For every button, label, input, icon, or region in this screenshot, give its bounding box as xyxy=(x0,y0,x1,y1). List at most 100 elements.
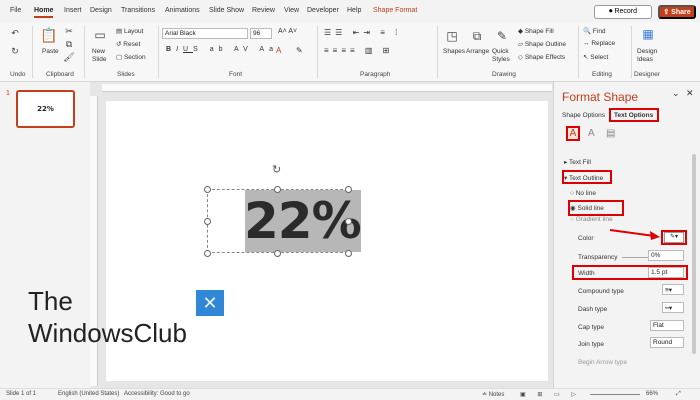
join-type-select[interactable]: Round xyxy=(650,337,684,348)
font-color-icon[interactable]: A xyxy=(276,46,281,55)
horizontal-ruler xyxy=(102,84,552,92)
group-label-slides: Slides xyxy=(117,71,135,78)
cap-type-label: Cap type xyxy=(578,324,605,331)
fit-slide-icon[interactable]: ⤢ xyxy=(676,391,681,398)
slide-thumbnail[interactable]: 22% xyxy=(16,90,75,128)
tab-shape-format[interactable]: Shape Format xyxy=(373,7,417,14)
no-line-radio[interactable]: ○ No line xyxy=(570,190,596,197)
resize-handle[interactable] xyxy=(345,186,352,193)
redo-icon[interactable]: ↻ xyxy=(8,44,22,58)
zoom-level[interactable]: 66% xyxy=(646,391,658,397)
layout-button[interactable]: ▤ Layout xyxy=(116,27,143,35)
section-button[interactable]: ▢ Section xyxy=(116,53,146,61)
new-slide-button[interactable]: New Slide xyxy=(92,48,112,64)
shapes-icon[interactable]: ◳ xyxy=(444,28,460,44)
highlight-icon[interactable]: ✎ xyxy=(296,46,303,55)
group-label-clipboard: Clipboard xyxy=(46,71,74,78)
font-size-select[interactable]: 96 xyxy=(250,28,272,39)
text-effects-icon[interactable]: A xyxy=(588,128,595,139)
cap-type-select[interactable]: Flat xyxy=(650,320,684,331)
paste-button[interactable]: Paste xyxy=(42,48,59,55)
tab-slide-show[interactable]: Slide Show xyxy=(209,7,244,14)
transparency-slider[interactable] xyxy=(622,257,650,258)
resize-handle[interactable] xyxy=(204,186,211,193)
watermark-line1: The xyxy=(28,286,73,316)
pane-options-icon[interactable]: ⌄ xyxy=(672,88,680,99)
highlight-box xyxy=(661,230,687,245)
quick-styles-icon[interactable]: ✎ xyxy=(494,28,510,44)
highlight-box xyxy=(568,200,624,216)
font-name-select[interactable]: Arial Black xyxy=(162,28,248,39)
transparency-input[interactable]: 0% xyxy=(648,250,684,261)
resize-handle[interactable] xyxy=(204,218,211,225)
tab-review[interactable]: Review xyxy=(252,7,275,14)
compound-type-label: Compound type xyxy=(578,288,624,295)
cut-icon[interactable]: ✂ xyxy=(64,26,74,36)
rotate-handle-icon[interactable]: ↻ xyxy=(272,163,281,176)
compound-type-select[interactable]: ≡▾ xyxy=(662,284,684,295)
tab-help[interactable]: Help xyxy=(347,7,361,14)
dash-type-select[interactable]: ┅▾ xyxy=(662,302,684,313)
gradient-line-radio[interactable]: ○ Gradient line xyxy=(570,216,613,223)
slide-info: Slide 1 of 1 xyxy=(6,391,37,397)
pane-scrollbar[interactable] xyxy=(692,154,696,354)
accessibility-status[interactable]: Accessibility: Good to go xyxy=(124,391,190,397)
replace-button[interactable]: ↔ Replace xyxy=(583,40,615,47)
separator xyxy=(158,26,159,78)
select-button[interactable]: ↖ Select xyxy=(583,53,608,61)
resize-handle[interactable] xyxy=(345,218,352,225)
language[interactable]: English (United States) xyxy=(58,391,119,397)
view-buttons[interactable]: ▣ ⊞ ▭ ▷ xyxy=(520,391,581,398)
design-ideas-icon[interactable]: ▦ xyxy=(640,26,656,42)
shapes-button[interactable]: Shapes xyxy=(443,48,465,55)
format-painter-icon[interactable]: 🖌 xyxy=(63,52,74,62)
font-style-buttons[interactable]: BIUS ab AV Aa xyxy=(166,46,278,53)
resize-handle[interactable] xyxy=(274,250,281,257)
tab-developer[interactable]: Developer xyxy=(307,7,339,14)
tab-home[interactable]: Home xyxy=(34,7,54,18)
undo-icon[interactable]: ↶ xyxy=(8,26,22,40)
record-button[interactable]: ⏺ Record xyxy=(594,5,652,19)
slide-text[interactable]: 22% xyxy=(244,188,362,254)
arrange-button[interactable]: Arrange xyxy=(466,48,489,55)
design-ideas-button[interactable]: Design Ideas xyxy=(637,48,661,64)
paste-icon[interactable]: 📋 xyxy=(40,26,58,44)
tab-shape-options[interactable]: Shape Options xyxy=(562,112,605,119)
resize-handle[interactable] xyxy=(345,250,352,257)
tab-insert[interactable]: Insert xyxy=(64,7,82,14)
quick-styles-button[interactable]: Quick Styles xyxy=(492,48,514,64)
reset-button[interactable]: ↺ Reset xyxy=(116,40,140,48)
new-slide-icon[interactable]: ▭ xyxy=(92,26,108,44)
tab-view[interactable]: View xyxy=(284,7,299,14)
share-button[interactable]: ⇪ Share xyxy=(658,5,696,19)
tab-design[interactable]: Design xyxy=(90,7,112,14)
align-buttons[interactable]: ≡≡≡≡ ▥ ⊞ xyxy=(324,46,393,55)
resize-handle[interactable] xyxy=(274,186,281,193)
ribbon: ↶ ↻ Undo 📋 Paste ✂ ⧉ 🖌 Clipboard ▭ New S… xyxy=(0,22,700,82)
shape-fill-button[interactable]: ◆ Shape Fill xyxy=(518,27,554,35)
find-button[interactable]: 🔍 Find xyxy=(583,27,606,35)
separator xyxy=(317,26,318,78)
text-fill-outline-icon[interactable]: A xyxy=(566,126,580,141)
resize-handle[interactable] xyxy=(204,250,211,257)
tab-animations[interactable]: Animations xyxy=(165,7,200,14)
text-box-icon[interactable]: ▤ xyxy=(606,128,615,139)
shape-outline-button[interactable]: ▱ Shape Outline xyxy=(518,40,566,48)
text-fill-section[interactable]: ▸ Text Fill xyxy=(564,158,591,166)
list-buttons[interactable]: ☰☰ ⇤⇥ ≡ ⁞ xyxy=(324,28,401,37)
arrange-icon[interactable]: ⧉ xyxy=(469,28,485,44)
separator xyxy=(631,26,632,78)
slide-number: 1 xyxy=(6,90,10,97)
windowsclub-logo-icon: ✕ xyxy=(196,290,224,316)
separator xyxy=(84,26,85,78)
font-size-change-icon[interactable]: A˄ A˅ xyxy=(278,28,297,35)
group-label-editing: Editing xyxy=(592,71,612,78)
zoom-slider[interactable] xyxy=(590,394,640,395)
tab-file[interactable]: File xyxy=(10,7,21,14)
tab-transitions[interactable]: Transitions xyxy=(121,7,155,14)
shape-effects-button[interactable]: ◇ Shape Effects xyxy=(518,53,565,61)
close-icon[interactable]: ✕ xyxy=(686,88,694,99)
notes-button[interactable]: ≐ Notes xyxy=(482,391,504,398)
copy-icon[interactable]: ⧉ xyxy=(64,39,74,49)
color-label: Color xyxy=(578,235,594,242)
